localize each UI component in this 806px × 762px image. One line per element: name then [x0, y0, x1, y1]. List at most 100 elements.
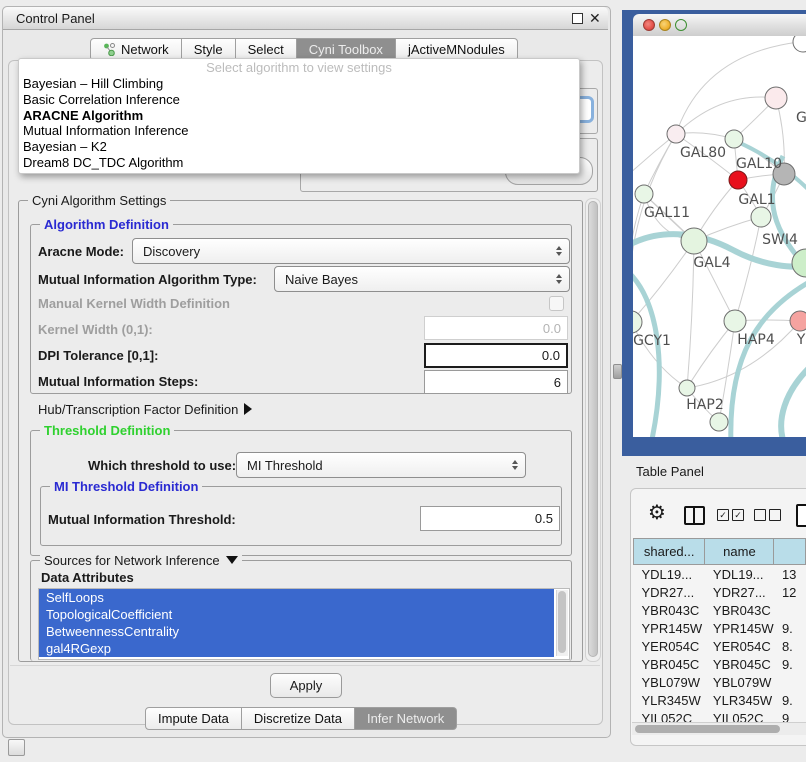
stepper-icon [552, 243, 565, 259]
table-row[interactable]: YBR043CYBR043C [634, 601, 806, 619]
split-view-icon[interactable] [684, 506, 705, 525]
algorithm-option[interactable]: Bayesian – K2 [19, 139, 579, 155]
table-row[interactable]: YPR145WYPR145W9. [634, 619, 806, 637]
list-scrollbar-thumb[interactable] [558, 591, 566, 653]
network-window-titlebar[interactable] [633, 14, 806, 37]
network-highlight-edges [633, 142, 806, 437]
table-panel-title: Table Panel [636, 464, 704, 479]
kernel-width-label: Kernel Width (0,1): [38, 322, 153, 337]
close-traffic-light-icon[interactable] [643, 19, 655, 31]
table-row[interactable]: YDL19...YDL19...13 [634, 565, 806, 584]
algorithm-option-selected[interactable]: ARACNE Algorithm [19, 108, 579, 124]
data-attributes-list[interactable]: SelfLoops TopologicalCoefficient Between… [38, 588, 570, 660]
tab-infer-network[interactable]: Infer Network [355, 707, 457, 730]
which-threshold-combo[interactable]: MI Threshold [236, 452, 526, 478]
stepper-icon [508, 457, 521, 473]
checkbox-unchecked-icon[interactable] [754, 509, 766, 521]
manual-kernel-checkbox[interactable] [549, 296, 564, 311]
node-bottom-partial[interactable] [710, 413, 728, 431]
sources-title[interactable]: Sources for Network Inference [40, 553, 242, 568]
node-label: HAP4 [737, 332, 775, 348]
zoom-traffic-light-icon[interactable] [675, 19, 687, 31]
table-row[interactable]: YBR045CYBR045C9. [634, 655, 806, 673]
manual-kernel-label: Manual Kernel Width Definition [38, 296, 230, 311]
control-panel-titlebar: Control Panel [3, 7, 608, 30]
node-swi4[interactable] [751, 207, 771, 227]
attribute-item-selected[interactable]: SelfLoops [39, 589, 554, 606]
list-scrollbar[interactable] [556, 590, 568, 656]
algorithm-option[interactable]: Mutual Information Inference [19, 123, 579, 139]
node-label: GAL11 [644, 205, 690, 221]
minimize-traffic-light-icon[interactable] [659, 19, 671, 31]
column-header[interactable] [774, 539, 806, 565]
column-header[interactable]: name [705, 539, 774, 565]
minimized-panel-icon[interactable] [8, 739, 25, 756]
table-row[interactable]: YER054CYER054C8. [634, 637, 806, 655]
network-canvas[interactable]: GAL GAL80 GAL10 GAL1 GAL11 SWI4 GAL4 GCY… [633, 36, 806, 437]
kernel-width-field[interactable]: 0.0 [424, 316, 568, 340]
threshold-definition-title: Threshold Definition [40, 423, 174, 438]
new-document-icon[interactable] [796, 504, 806, 527]
node-gal-partial[interactable] [765, 87, 787, 109]
node-unlabeled[interactable] [793, 36, 806, 52]
scrollbar-thumb[interactable] [588, 201, 598, 657]
mi-threshold-field[interactable]: 0.5 [420, 506, 560, 531]
mi-type-combo[interactable]: Naive Bayes [274, 266, 570, 292]
algorithm-option[interactable]: Basic Correlation Inference [19, 92, 579, 108]
node-gal1[interactable] [729, 171, 747, 189]
tab-network-label: Network [121, 42, 169, 57]
dpi-tolerance-label: DPI Tolerance [0,1]: [38, 348, 158, 363]
node-label: Y [796, 332, 806, 348]
attribute-item-selected[interactable]: gal4RGexp [39, 640, 554, 657]
aracne-mode-label: Aracne Mode: [38, 244, 124, 259]
scrollbar-thumb[interactable] [635, 725, 780, 733]
node-hap2[interactable] [679, 380, 695, 396]
node-label: GAL4 [693, 255, 730, 271]
checkbox-unchecked-icon[interactable] [769, 509, 781, 521]
node-gal4[interactable] [681, 228, 707, 254]
hub-definition-toggle[interactable]: Hub/Transcription Factor Definition [38, 402, 252, 417]
node-label: GCY1 [633, 333, 671, 349]
data-attributes-label: Data Attributes [38, 570, 137, 585]
gear-icon[interactable]: ⚙ [648, 503, 666, 523]
table-row[interactable]: YLR345WYLR345W9. [634, 691, 806, 709]
table-row[interactable]: YBL079WYBL079W [634, 673, 806, 691]
tab-discretize-data[interactable]: Discretize Data [242, 707, 355, 730]
settings-scrollbar[interactable] [585, 198, 601, 662]
node-gcy1[interactable] [633, 311, 642, 333]
panel-divider-grip[interactable] [613, 364, 622, 379]
algorithm-option[interactable]: Dream8 DC_TDC Algorithm [19, 155, 579, 171]
node-gal11[interactable] [635, 185, 653, 203]
divider [10, 665, 600, 666]
table-horizontal-scrollbar[interactable] [632, 722, 806, 735]
mi-steps-field[interactable]: 6 [424, 370, 568, 394]
aracne-mode-combo[interactable]: Discovery [132, 238, 570, 264]
node-attribute-table: shared... name YDL19...YDL19...13 YDR27.… [633, 538, 806, 727]
node-gal10-neighbor[interactable] [725, 130, 743, 148]
table-row[interactable]: YDR27...YDR27...12 [634, 583, 806, 601]
close-window-button[interactable]: ✕ [589, 7, 601, 30]
mi-type-label: Mutual Information Algorithm Type: [38, 272, 257, 287]
float-window-button[interactable] [572, 13, 583, 24]
attribute-item-selected[interactable]: TopologicalCoefficient [39, 606, 554, 623]
node-partial-y[interactable] [790, 311, 806, 331]
tab-impute-data[interactable]: Impute Data [145, 707, 242, 730]
node-label: HAP2 [686, 397, 723, 413]
bottom-tabbar: Impute Data Discretize Data Infer Networ… [145, 707, 457, 730]
dpi-tolerance-field[interactable]: 0.0 [424, 343, 568, 368]
algorithm-definition-title: Algorithm Definition [40, 217, 173, 232]
mi-threshold-title: MI Threshold Definition [50, 479, 202, 494]
attribute-item-selected[interactable]: BetweennessCentrality [39, 623, 554, 640]
apply-button[interactable]: Apply [270, 673, 342, 698]
column-header[interactable]: shared... [634, 539, 705, 565]
table-header-row: shared... name [634, 539, 806, 565]
network-tab-icon [103, 43, 116, 56]
node-hap4[interactable] [724, 310, 746, 332]
checkbox-checked-icon[interactable]: ✓ [717, 509, 729, 521]
algorithm-option[interactable]: Bayesian – Hill Climbing [19, 76, 579, 92]
node-gal80[interactable] [667, 125, 685, 143]
node-label: GAL [796, 110, 806, 126]
checkbox-checked-icon[interactable]: ✓ [732, 509, 744, 521]
which-threshold-label: Which threshold to use: [88, 458, 236, 473]
mi-steps-label: Mutual Information Steps: [38, 374, 198, 389]
